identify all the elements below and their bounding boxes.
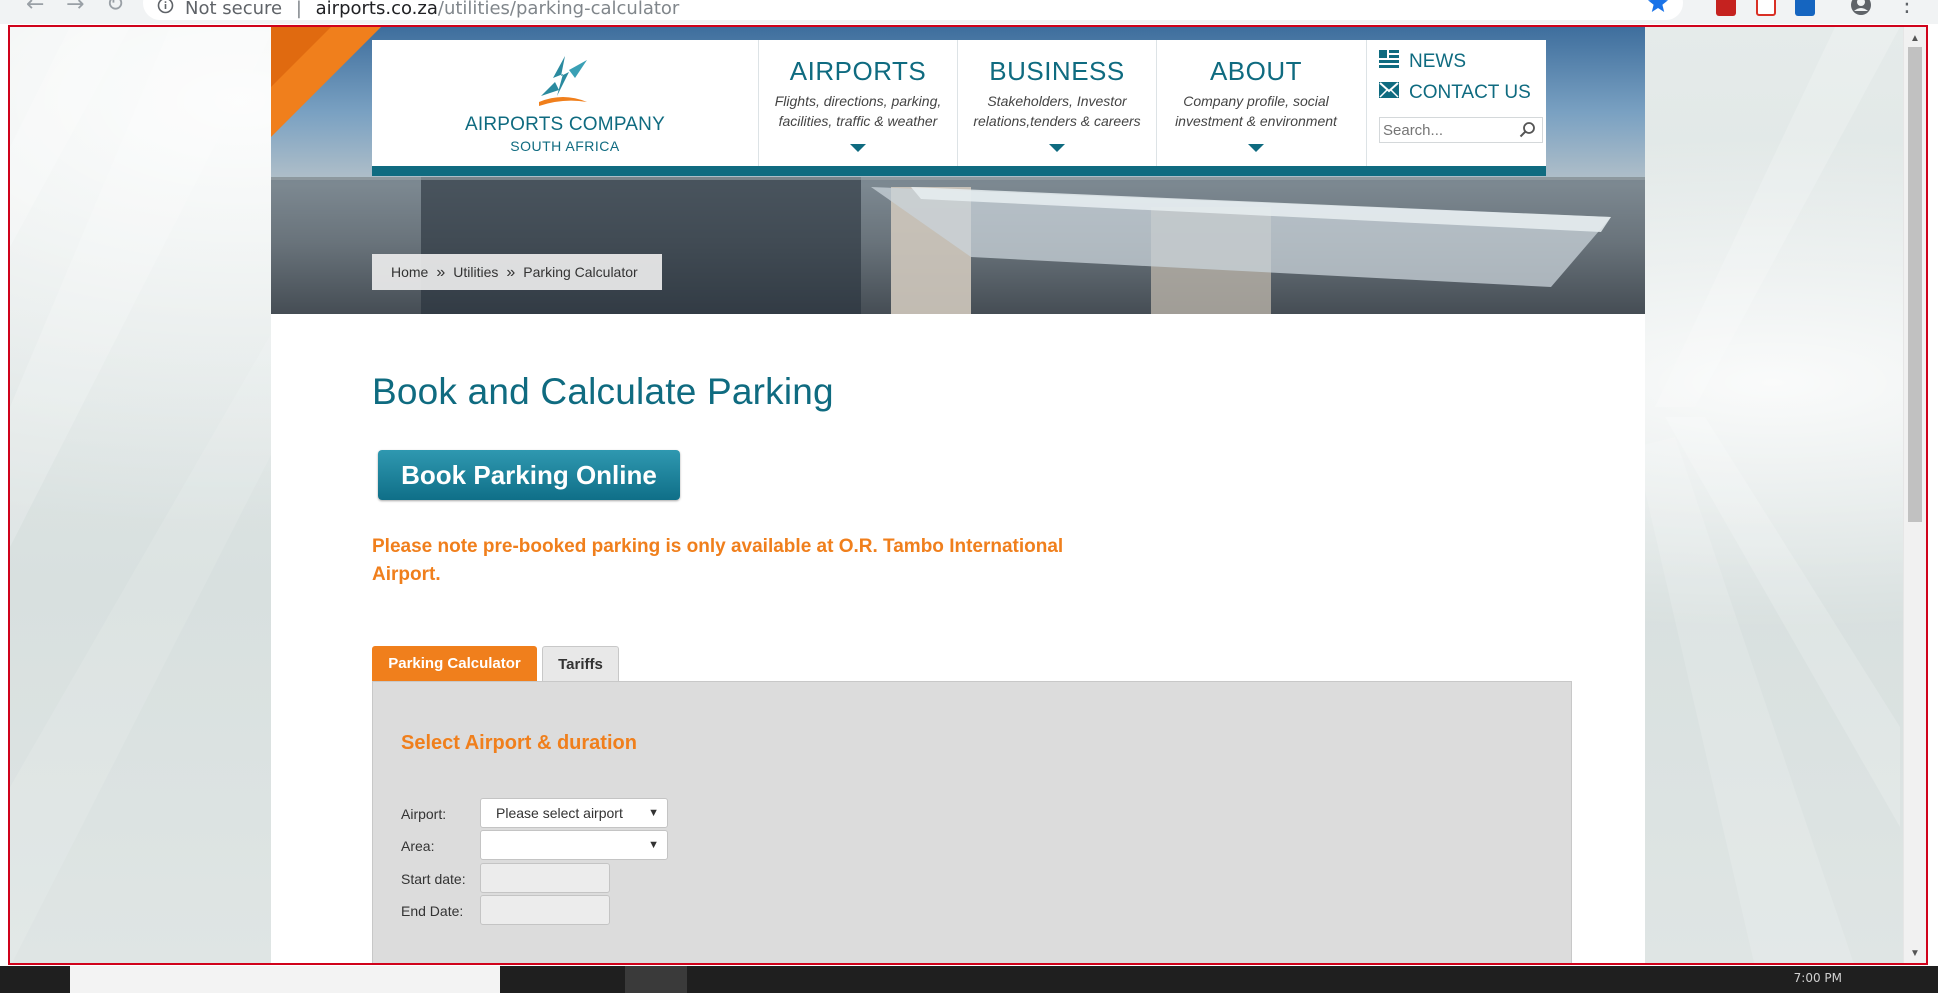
tab-tariffs[interactable]: Tariffs (542, 646, 619, 681)
news-link[interactable]: NEWS (1379, 50, 1466, 74)
breadcrumb-utilities[interactable]: Utilities (453, 264, 498, 280)
site-header: AIRPORTS COMPANY SOUTH AFRICA AIRPORTS F… (372, 40, 1546, 176)
taskbar-clock: 7:00 PM (1793, 971, 1842, 985)
book-parking-online-button[interactable]: Book Parking Online (378, 450, 680, 500)
extension-shield-icon[interactable] (1716, 0, 1736, 16)
extension-blue-icon[interactable] (1795, 0, 1815, 16)
page-title: Book and Calculate Parking (372, 371, 834, 412)
bookmark-star-icon[interactable] (1647, 0, 1669, 19)
profile-icon[interactable] (1850, 0, 1872, 21)
nav-business[interactable]: BUSINESS Stakeholders, Investor relations… (957, 40, 1156, 166)
nav-airports-desc-line1: Flights, directions, parking, (774, 93, 942, 109)
address-separator: | (295, 0, 302, 19)
reload-icon[interactable]: ↻ (106, 0, 124, 17)
info-icon[interactable] (157, 0, 174, 19)
url-host: airports.co.za (315, 0, 438, 19)
breadcrumb-separator: » (436, 264, 446, 281)
start-date-input[interactable] (480, 863, 610, 893)
scroll-up-arrow-icon[interactable]: ▲ (1910, 33, 1920, 44)
parking-calculator-panel: Select Airport & duration Airport: Pleas… (372, 681, 1572, 963)
nav-about[interactable]: ABOUT Company profile, social investment … (1156, 40, 1355, 166)
caret-down-icon (1049, 144, 1065, 152)
background-rays-right (1635, 27, 1900, 963)
news-link-label: NEWS (1409, 51, 1466, 73)
back-icon[interactable]: ← (26, 0, 44, 17)
end-date-label: End Date: (401, 903, 464, 919)
dropdown-arrow-icon: ▼ (648, 839, 659, 851)
scroll-down-arrow-icon[interactable]: ▼ (1910, 948, 1920, 959)
background-rays-left (10, 27, 275, 963)
security-label: Not secure (185, 0, 283, 19)
area-label: Area: (401, 838, 435, 854)
nav-about-desc-line1: Company profile, social (1183, 93, 1329, 109)
logo-subtitle: SOUTH AFRICA (510, 138, 620, 154)
contact-us-link[interactable]: CONTACT US (1379, 82, 1531, 106)
start-date-label: Start date: (401, 871, 466, 887)
nav-business-desc-line2: relations,tenders & careers (973, 113, 1141, 129)
airport-select[interactable]: Please select airport ▼ (480, 798, 668, 828)
prebooking-note-line1: Please note pre-booked parking is only a… (372, 536, 1064, 557)
nav-business-desc-line1: Stakeholders, Investor (987, 93, 1127, 109)
area-select[interactable]: ▼ (480, 830, 668, 860)
nav-airports-desc-line2: facilities, traffic & weather (778, 113, 938, 129)
search-icon[interactable] (1519, 121, 1536, 143)
breadcrumb: Home » Utilities » Parking Calculator (372, 254, 662, 290)
browser-viewport: AIRPORTS COMPANY SOUTH AFRICA AIRPORTS F… (8, 25, 1928, 965)
hero-banner: AIRPORTS COMPANY SOUTH AFRICA AIRPORTS F… (271, 27, 1645, 314)
dropdown-arrow-icon: ▼ (648, 807, 659, 819)
taskbar-app-button[interactable] (625, 966, 687, 993)
airport-label: Airport: (401, 806, 447, 822)
scrollbar-thumb[interactable] (1908, 47, 1922, 522)
search-input[interactable] (1380, 118, 1509, 142)
envelope-icon (1379, 82, 1399, 104)
caret-down-icon (1248, 144, 1264, 152)
os-taskbar: 7:00 PM (0, 966, 1938, 993)
caret-down-icon (850, 144, 866, 152)
extension-clip-icon[interactable] (1756, 0, 1776, 16)
url-path: /utilities/parking-calculator (437, 0, 680, 19)
address-bar[interactable]: Not secure | airports.co.za/utilities/pa… (143, 0, 1683, 20)
search-box (1379, 117, 1543, 143)
quick-links: NEWS CONTACT US (1366, 40, 1547, 166)
nav-airports-title: AIRPORTS (789, 56, 927, 86)
airport-select-value: Please select airport (496, 805, 623, 821)
site-logo[interactable]: AIRPORTS COMPANY SOUTH AFRICA (372, 40, 758, 166)
nav-about-title: ABOUT (1209, 56, 1303, 86)
breadcrumb-separator: » (506, 264, 516, 281)
form-heading: Select Airport & duration (401, 732, 637, 754)
forward-icon[interactable]: → (66, 0, 84, 17)
menu-dots-icon[interactable]: ⋮ (1896, 0, 1918, 17)
url-text: Not secure | airports.co.za/utilities/pa… (185, 0, 679, 19)
logo-title: AIRPORTS COMPANY (465, 114, 665, 135)
vertical-scrollbar[interactable]: ▲ ▼ (1903, 27, 1926, 963)
tab-parking-calculator[interactable]: Parking Calculator (372, 646, 537, 681)
bird-logo-icon (539, 56, 587, 106)
page-content: AIRPORTS COMPANY SOUTH AFRICA AIRPORTS F… (271, 27, 1645, 963)
prebooking-note-line2: Airport. (372, 564, 441, 585)
breadcrumb-home[interactable]: Home (391, 264, 428, 280)
contact-us-link-label: CONTACT US (1409, 82, 1531, 104)
news-icon (1379, 50, 1399, 74)
prebooking-note: Please note pre-booked parking is only a… (372, 533, 1132, 589)
browser-toolbar: ← → ↻ Not secure | airports.co.za/utilit… (0, 0, 1938, 24)
nav-airports[interactable]: AIRPORTS Flights, directions, parking, fa… (758, 40, 957, 166)
taskbar-search-area[interactable] (70, 966, 500, 993)
breadcrumb-current: Parking Calculator (523, 264, 638, 280)
nav-business-title: BUSINESS (989, 56, 1125, 86)
nav-about-desc-line2: investment & environment (1175, 113, 1337, 129)
end-date-input[interactable] (480, 895, 610, 925)
